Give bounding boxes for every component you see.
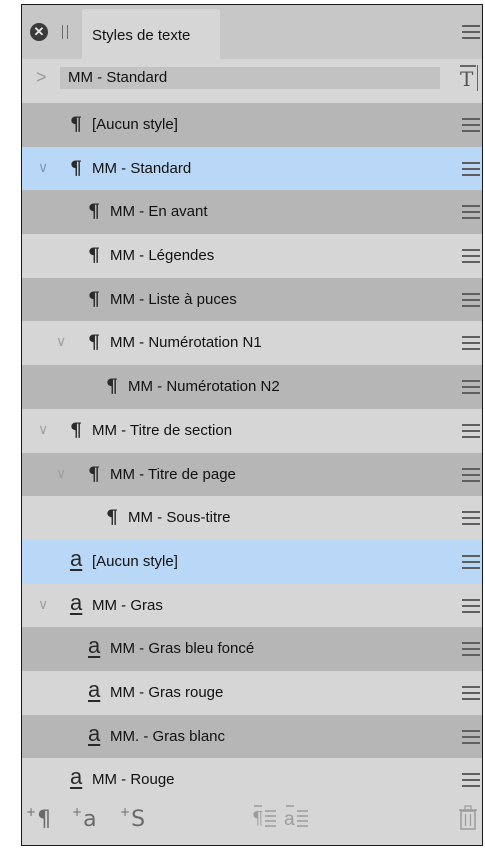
close-panel-button[interactable]: ✕ xyxy=(30,23,48,41)
style-row-label: MM - Sous-titre xyxy=(128,509,231,527)
style-row[interactable]: ¶ MM - Liste à puces xyxy=(22,277,482,322)
style-row[interactable]: ∨ ¶ MM - Standard xyxy=(22,146,482,191)
panel-drag-handle[interactable] xyxy=(62,25,68,39)
row-menu-icon[interactable] xyxy=(462,467,480,482)
row-menu-icon[interactable] xyxy=(462,118,480,132)
style-row-label: MM - Rouge xyxy=(92,771,175,789)
paragraph-style-icon: ¶ xyxy=(70,418,83,441)
style-row[interactable]: ∨ ¶ MM - Titre de section xyxy=(22,408,482,453)
chevron-down-icon[interactable]: ∨ xyxy=(38,421,48,438)
current-style-field[interactable]: MM - Standard xyxy=(60,67,440,89)
text-styles-panel: ✕ Styles de texte > MM - Standard T ¶ [Au… xyxy=(21,4,483,846)
paragraph-style-icon: ¶ xyxy=(106,375,119,398)
new-paragraph-style-button[interactable]: +¶ xyxy=(26,805,51,832)
paragraph-style-icon: ¶ xyxy=(88,244,101,267)
style-row-label: MM - Liste à puces xyxy=(110,290,237,308)
panel-menu-icon[interactable] xyxy=(462,25,480,39)
style-row-label: MM - Numérotation N1 xyxy=(110,334,262,352)
style-row-label: MM - Gras bleu foncé xyxy=(110,640,255,658)
style-row-label: MM - Gras xyxy=(92,596,163,614)
apply-paragraph-style-icon[interactable]: ¶ xyxy=(252,805,278,835)
delete-style-trash-icon[interactable] xyxy=(458,805,478,837)
row-menu-icon[interactable] xyxy=(462,773,480,788)
style-row-label: MM - Numérotation N2 xyxy=(128,378,280,396)
paragraph-style-icon: ¶ xyxy=(88,331,101,354)
style-list: ¶ [Aucun style] ∨ ¶ MM - Standard ¶ MM - En av… xyxy=(22,103,482,802)
paragraph-style-icon: ¶ xyxy=(70,113,83,135)
style-row-label: [Aucun style] xyxy=(92,552,178,570)
chevron-down-icon[interactable]: ∨ xyxy=(56,333,66,350)
style-row[interactable]: ∨ ¶ MM - Numérotation N1 xyxy=(22,321,482,366)
chevron-down-icon[interactable]: ∨ xyxy=(38,596,48,613)
row-menu-icon[interactable] xyxy=(462,336,480,351)
row-menu-icon[interactable] xyxy=(462,423,480,438)
paragraph-style-icon: ¶ xyxy=(70,156,83,179)
style-row-label: MM - En avant xyxy=(110,203,208,221)
style-row[interactable]: ¶ MM - Sous-titre xyxy=(22,496,482,540)
style-row[interactable]: a MM - Gras bleu foncé xyxy=(22,627,482,671)
style-row[interactable]: a MM. - Gras blanc xyxy=(22,714,482,759)
style-row[interactable]: ¶ [Aucun style] xyxy=(22,103,482,147)
style-row[interactable]: a MM - Gras rouge xyxy=(22,670,482,715)
row-menu-icon[interactable] xyxy=(462,161,480,176)
new-style-group-button[interactable]: +S xyxy=(120,805,145,832)
character-style-icon: a xyxy=(70,545,83,571)
new-character-style-button[interactable]: +a xyxy=(72,805,97,832)
tab-label: Styles de texte xyxy=(92,27,191,44)
row-menu-icon[interactable] xyxy=(462,511,480,526)
style-row[interactable]: a MM - Rouge xyxy=(22,758,482,802)
chevron-right-icon[interactable]: > xyxy=(36,67,47,88)
style-row[interactable]: ¶ MM - Numérotation N2 xyxy=(22,365,482,409)
panel-footer: +¶ +a +S ¶ a xyxy=(22,797,482,845)
style-row-label: MM - Standard xyxy=(92,159,192,177)
row-menu-icon[interactable] xyxy=(462,205,480,220)
chevron-down-icon[interactable]: ∨ xyxy=(56,465,66,482)
chevron-down-icon[interactable]: ∨ xyxy=(38,159,48,176)
row-menu-icon[interactable] xyxy=(462,598,480,613)
style-row[interactable]: ¶ MM - En avant xyxy=(22,190,482,235)
style-row[interactable]: ¶ MM - Légendes xyxy=(22,234,482,278)
style-row[interactable]: ∨ a MM - Gras xyxy=(22,583,482,628)
character-style-icon: a xyxy=(88,633,101,659)
paragraph-style-icon: ¶ xyxy=(88,287,101,310)
style-row-label: MM - Titre de page xyxy=(110,465,236,483)
tab-text-styles[interactable]: Styles de texte xyxy=(82,9,220,59)
row-menu-icon[interactable] xyxy=(462,642,480,657)
character-style-icon: a xyxy=(88,720,101,746)
row-menu-icon[interactable] xyxy=(462,554,480,569)
panel-header: ✕ Styles de texte xyxy=(22,5,482,59)
character-style-icon: a xyxy=(70,589,83,615)
style-row-label: MM - Titre de section xyxy=(92,421,233,439)
svg-text:¶: ¶ xyxy=(252,808,263,829)
row-menu-icon[interactable] xyxy=(462,249,480,264)
new-style-from-selection-icon[interactable]: T xyxy=(456,63,478,93)
style-row[interactable]: a [Aucun style] xyxy=(22,539,482,584)
svg-text:a: a xyxy=(284,809,295,829)
paragraph-style-icon: ¶ xyxy=(106,506,119,529)
row-menu-icon[interactable] xyxy=(462,729,480,744)
paragraph-style-icon: ¶ xyxy=(88,200,101,223)
style-selector-row: > MM - Standard T xyxy=(22,59,482,99)
style-row-label: MM - Légendes xyxy=(110,247,215,265)
row-menu-icon[interactable] xyxy=(462,380,480,395)
style-row[interactable]: ∨ ¶ MM - Titre de page xyxy=(22,452,482,497)
apply-character-style-icon[interactable]: a xyxy=(284,805,310,835)
row-menu-icon[interactable] xyxy=(462,685,480,700)
row-menu-icon[interactable] xyxy=(462,292,480,307)
character-style-icon: a xyxy=(88,676,101,702)
character-style-icon: a xyxy=(70,764,83,790)
style-row-label: [Aucun style] xyxy=(92,116,178,133)
style-row-label: MM - Gras rouge xyxy=(110,683,224,701)
style-row-label: MM. - Gras blanc xyxy=(110,727,226,745)
paragraph-style-icon: ¶ xyxy=(88,462,101,485)
